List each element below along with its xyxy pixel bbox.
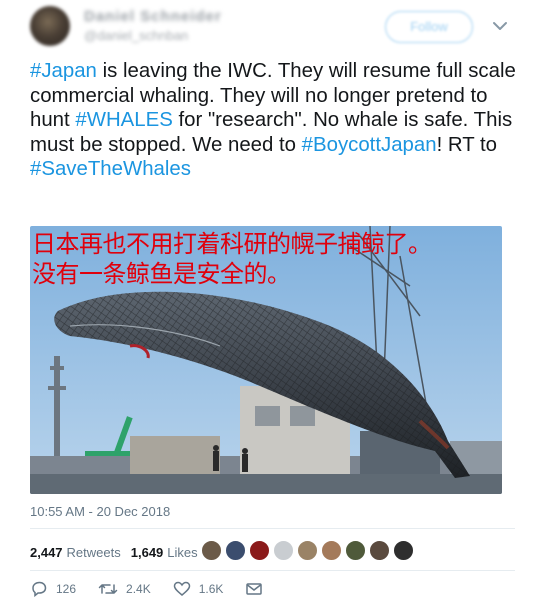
likes-label: Likes xyxy=(167,544,198,560)
retweets-label: Retweets xyxy=(66,544,121,560)
divider xyxy=(30,528,515,529)
liker-avatar[interactable] xyxy=(201,540,222,561)
hashtag-link[interactable]: #BoycottJapan xyxy=(302,134,437,156)
retweets-stat[interactable]: 2,447 Retweets xyxy=(30,545,121,560)
follow-button[interactable]: Follow xyxy=(385,11,473,43)
tweet-text-segment: ! RT to xyxy=(436,133,498,156)
follow-button-label: Follow xyxy=(410,19,448,34)
liker-avatar[interactable] xyxy=(249,540,270,561)
retweets-count: 2,447 xyxy=(30,544,63,560)
liker-avatar[interactable] xyxy=(273,540,294,561)
heart-icon xyxy=(173,581,190,596)
tweet-timestamp[interactable]: 10:55 AM - 20 Dec 2018 xyxy=(30,504,170,519)
like-button[interactable]: 1.6K xyxy=(173,581,224,597)
liker-avatar[interactable] xyxy=(393,540,414,561)
reply-icon xyxy=(32,581,47,597)
avatar[interactable] xyxy=(30,6,70,46)
tweet-text: #Japan is leaving the IWC. They will res… xyxy=(30,59,520,182)
envelope-icon xyxy=(246,583,263,595)
liker-avatar[interactable] xyxy=(225,540,246,561)
user-handle[interactable]: @daniel_schnban xyxy=(84,28,188,43)
reply-count: 126 xyxy=(56,582,77,596)
photo-caption-line-1: 日本再也不用打着科研的幌子捕鲸了。 xyxy=(32,230,432,258)
likes-stat[interactable]: 1,649 Likes xyxy=(131,545,198,560)
photo-caption-line-2: 没有一条鲸鱼是安全的。 xyxy=(32,260,291,288)
liker-avatar[interactable] xyxy=(345,540,366,561)
user-name[interactable]: Daniel Schneider xyxy=(84,8,222,25)
chevron-down-icon[interactable] xyxy=(490,16,510,36)
like-count: 1.6K xyxy=(198,582,224,596)
hashtag-link[interactable]: #SaveTheWhales xyxy=(30,158,191,180)
tweet-header: Daniel Schneider @daniel_schnban Follow xyxy=(0,0,533,52)
liker-avatars xyxy=(201,540,417,561)
liker-avatar[interactable] xyxy=(369,540,390,561)
liker-avatar[interactable] xyxy=(321,540,342,561)
reply-button[interactable]: 126 xyxy=(30,581,76,597)
divider xyxy=(30,570,515,571)
retweet-icon xyxy=(98,584,118,594)
tweet-stats: 2,447 Retweets 1,649 Likes xyxy=(30,540,208,564)
tweet-photo[interactable]: 日本再也不用打着科研的幌子捕鲸了。 没有一条鲸鱼是安全的。 xyxy=(30,226,502,494)
hashtag-link[interactable]: #WHALES xyxy=(75,109,172,131)
likes-count: 1,649 xyxy=(130,544,164,560)
tweet-actions: 126 2.4K 1.6K xyxy=(30,579,293,599)
hashtag-link[interactable]: #Japan xyxy=(30,60,97,82)
direct-message-button[interactable] xyxy=(245,581,271,597)
liker-avatar[interactable] xyxy=(297,540,318,561)
retweet-count: 2.4K xyxy=(126,582,151,596)
retweet-button[interactable]: 2.4K xyxy=(98,581,151,597)
